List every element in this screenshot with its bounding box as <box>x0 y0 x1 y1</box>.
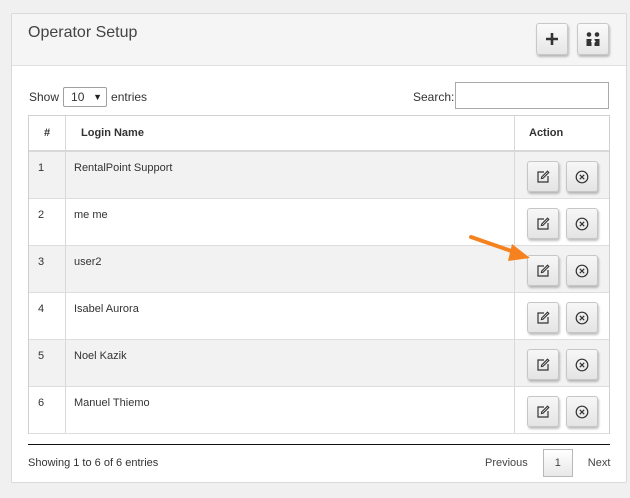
current-page-button[interactable]: 1 <box>542 449 573 477</box>
show-label: Show <box>29 90 60 104</box>
previous-page-button[interactable]: Previous <box>472 449 541 477</box>
user-transfer-icon <box>586 32 600 46</box>
panel-header: Operator Setup <box>12 14 626 66</box>
row-number: 1 <box>29 152 66 198</box>
next-page-button[interactable]: Next <box>575 449 624 477</box>
delete-circle-icon <box>575 170 588 183</box>
edit-icon <box>536 216 550 230</box>
search-label: Search: <box>413 90 455 104</box>
edit-button[interactable] <box>526 396 559 427</box>
table-row: 5 Noel Kazik <box>29 340 609 387</box>
row-login-name: RentalPoint Support <box>66 152 515 198</box>
assign-operator-button[interactable] <box>577 23 609 55</box>
page-title: Operator Setup <box>28 24 138 41</box>
pagination: Previous 1 Next <box>472 449 623 477</box>
edit-icon <box>536 169 550 183</box>
add-operator-button[interactable] <box>536 23 568 55</box>
delete-circle-icon <box>575 264 588 277</box>
row-number: 2 <box>29 199 66 245</box>
delete-button[interactable] <box>565 161 598 192</box>
table-row: 4 Isabel Aurora <box>29 293 609 340</box>
edit-icon <box>536 310 550 324</box>
row-number: 5 <box>29 340 66 386</box>
delete-circle-icon <box>575 405 588 418</box>
table-bottom-border <box>28 444 610 445</box>
row-login-name: Manuel Thiemo <box>66 387 515 433</box>
row-login-name: Isabel Aurora <box>66 293 515 339</box>
edit-icon <box>536 263 550 277</box>
page-size-value: 10 <box>71 90 85 104</box>
delete-button[interactable] <box>565 208 598 239</box>
edit-button[interactable] <box>526 349 559 380</box>
plus-icon <box>546 33 558 45</box>
page-size-select[interactable]: 10 ▼ <box>63 87 108 107</box>
table-row: 6 Manuel Thiemo <box>29 387 609 434</box>
edit-icon <box>536 404 550 418</box>
table-row: 1 RentalPoint Support <box>29 152 609 199</box>
operators-table: # Login Name Action 1 RentalPoint Suppor… <box>28 115 610 434</box>
row-actions <box>515 152 609 198</box>
search-input[interactable] <box>455 82 609 109</box>
delete-circle-icon <box>575 217 588 230</box>
header-action: Action <box>529 127 564 139</box>
delete-button[interactable] <box>565 255 598 286</box>
edit-button[interactable] <box>526 302 559 333</box>
delete-button[interactable] <box>565 349 598 380</box>
row-actions <box>515 387 609 433</box>
edit-icon <box>536 357 550 371</box>
delete-button[interactable] <box>565 302 598 333</box>
row-number: 3 <box>29 246 66 292</box>
table-header: # Login Name Action <box>29 116 609 152</box>
row-number: 4 <box>29 293 66 339</box>
delete-circle-icon <box>575 311 588 324</box>
header-login-name[interactable]: Login Name <box>66 116 515 150</box>
delete-button[interactable] <box>565 396 598 427</box>
row-number: 6 <box>29 387 66 433</box>
row-actions <box>515 293 609 339</box>
page-size-control: Show 10 ▼ entries <box>29 87 147 107</box>
row-login-name: Noel Kazik <box>66 340 515 386</box>
header-number[interactable]: # <box>29 116 66 150</box>
table-info: Showing 1 to 6 of 6 entries <box>28 457 159 469</box>
annotation-arrow-icon <box>469 235 530 261</box>
row-actions <box>515 340 609 386</box>
delete-circle-icon <box>575 358 588 371</box>
edit-button[interactable] <box>526 161 559 192</box>
row-login-name: me me <box>66 199 515 245</box>
row-login-name: user2 <box>66 246 515 292</box>
chevron-down-icon: ▼ <box>93 92 103 102</box>
entries-label: entries <box>111 90 148 104</box>
